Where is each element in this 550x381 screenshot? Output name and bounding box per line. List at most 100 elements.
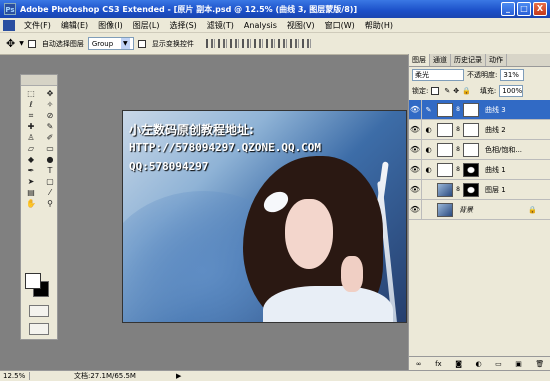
clone-stamp-icon[interactable]: ♙ bbox=[22, 133, 40, 143]
blend-mode-dropdown[interactable]: 柔光 bbox=[412, 69, 464, 81]
new-group-icon[interactable]: ▭ bbox=[495, 360, 502, 368]
link-layers-icon[interactable]: ∞ bbox=[416, 360, 422, 368]
menu-filter[interactable]: 滤镜(T) bbox=[202, 18, 239, 33]
menu-select[interactable]: 选择(S) bbox=[164, 18, 201, 33]
dodge-tool-icon[interactable]: ● bbox=[41, 155, 59, 165]
eye-icon[interactable]: 👁 bbox=[409, 179, 422, 200]
document-canvas[interactable]: 小左数码原创教程地址: HTTP://578094297.QZONE.QQ.CO… bbox=[122, 110, 407, 323]
distribute-middle-icon[interactable] bbox=[289, 39, 299, 48]
brush-icon: ✎ bbox=[425, 105, 432, 114]
layer-row[interactable]: 👁 ◐ 8 色相/饱和... bbox=[409, 139, 550, 160]
layer-row[interactable]: 👁 ◐ 8 曲线 2 bbox=[409, 119, 550, 140]
tab-layers[interactable]: 图层 bbox=[409, 54, 430, 66]
trash-icon[interactable]: 🗑 bbox=[535, 360, 544, 368]
align-left-icon[interactable] bbox=[241, 39, 251, 48]
layer-row[interactable]: 👁 背景 🔒 bbox=[409, 199, 550, 220]
zoom-tool-icon[interactable]: ⚲ bbox=[41, 199, 59, 209]
auto-select-checkbox[interactable] bbox=[27, 39, 36, 48]
tab-channels[interactable]: 通道 bbox=[430, 54, 451, 66]
tool-preset-chevron-icon[interactable]: ▼ bbox=[19, 40, 24, 47]
layer-thumbnail bbox=[437, 182, 453, 197]
history-brush-icon[interactable]: ✐ bbox=[41, 133, 59, 143]
canvas-text-line3: QQ:578094297 bbox=[129, 160, 209, 173]
notes-tool-icon[interactable]: ▤ bbox=[22, 188, 40, 198]
hand-tool-icon[interactable]: ✋ bbox=[22, 199, 40, 209]
window-title: Adobe Photoshop CS3 Extended - [原片 副本.ps… bbox=[20, 4, 358, 14]
canvas-text-line2: HTTP://578094297.QZONE.QQ.COM bbox=[129, 141, 322, 154]
layer-row[interactable]: 👁 8 图层 1 bbox=[409, 179, 550, 200]
crop-tool-icon[interactable]: ⌗ bbox=[22, 111, 40, 121]
eye-icon[interactable]: 👁 bbox=[409, 159, 422, 180]
tab-history[interactable]: 历史记录 bbox=[451, 54, 486, 66]
mask-thumbnail bbox=[463, 122, 479, 137]
screen-mode-button[interactable] bbox=[29, 323, 49, 335]
layer-row[interactable]: 👁 ◐ 8 曲线 1 bbox=[409, 159, 550, 180]
align-top-icon[interactable] bbox=[205, 39, 215, 48]
minimize-button[interactable]: _ bbox=[501, 2, 515, 16]
menu-layer[interactable]: 图层(L) bbox=[128, 18, 165, 33]
lasso-tool-icon[interactable]: ℓ bbox=[22, 100, 40, 110]
shape-tool-icon[interactable]: ▢ bbox=[41, 177, 59, 187]
eye-icon[interactable]: 👁 bbox=[409, 119, 422, 140]
foreground-color-swatch[interactable] bbox=[25, 273, 41, 289]
eye-icon[interactable]: 👁 bbox=[409, 199, 422, 220]
maximize-button[interactable]: □ bbox=[517, 2, 531, 16]
move-tool-icon[interactable]: ✥ bbox=[6, 37, 15, 50]
new-adjustment-icon[interactable]: ◐ bbox=[476, 360, 482, 368]
move-tool-icon[interactable]: ✥ bbox=[41, 89, 59, 99]
lock-all-icon[interactable]: 🔒 bbox=[462, 87, 471, 95]
menu-help[interactable]: 帮助(H) bbox=[360, 18, 398, 33]
menu-view[interactable]: 视图(V) bbox=[282, 18, 320, 33]
status-arrow-icon[interactable]: ▶ bbox=[176, 372, 181, 380]
menu-analysis[interactable]: Analysis bbox=[239, 18, 282, 33]
quick-mask-button[interactable] bbox=[29, 305, 49, 317]
marquee-tool-icon[interactable]: ⬚ bbox=[22, 89, 40, 99]
close-button[interactable]: X bbox=[533, 2, 547, 16]
type-tool-icon[interactable]: T bbox=[41, 166, 59, 176]
new-layer-icon[interactable]: ▣ bbox=[515, 360, 522, 368]
tab-actions[interactable]: 动作 bbox=[486, 54, 507, 66]
opacity-input[interactable]: 31% bbox=[500, 69, 525, 81]
slice-tool-icon[interactable]: ⊘ bbox=[41, 111, 59, 121]
align-center-icon[interactable] bbox=[253, 39, 263, 48]
pen-tool-icon[interactable]: ✒ bbox=[22, 166, 40, 176]
lock-transparent-checkbox[interactable] bbox=[431, 87, 440, 95]
canvas-text-line1: 小左数码原创教程地址: bbox=[129, 123, 254, 137]
toolbox-header[interactable] bbox=[21, 75, 57, 86]
eyedropper-tool-icon[interactable]: ⁄ bbox=[41, 188, 59, 198]
healing-brush-icon[interactable]: ✚ bbox=[22, 122, 40, 132]
lock-pixels-icon[interactable]: ✎ bbox=[444, 87, 450, 95]
brush-tool-icon[interactable]: ✎ bbox=[41, 122, 59, 132]
title-bar: Ps Adobe Photoshop CS3 Extended - [原片 副本… bbox=[0, 0, 550, 18]
menu-edit[interactable]: 编辑(E) bbox=[56, 18, 93, 33]
eye-icon[interactable]: 👁 bbox=[409, 139, 422, 160]
align-bottom-icon[interactable] bbox=[229, 39, 239, 48]
blur-tool-icon[interactable]: ◆ bbox=[22, 155, 40, 165]
gradient-tool-icon[interactable]: ▭ bbox=[41, 144, 59, 154]
zoom-level[interactable]: 12.5% bbox=[0, 372, 30, 380]
path-select-icon[interactable]: ➤ bbox=[22, 177, 40, 187]
menu-image[interactable]: 图像(I) bbox=[93, 18, 128, 33]
menu-file[interactable]: 文件(F) bbox=[19, 18, 56, 33]
magic-wand-tool-icon[interactable]: ✧ bbox=[41, 100, 59, 110]
show-transform-checkbox[interactable] bbox=[137, 39, 146, 48]
auto-select-dropdown[interactable]: Group ▼ bbox=[87, 37, 134, 50]
distribute-top-icon[interactable] bbox=[277, 39, 287, 48]
align-middle-icon[interactable] bbox=[217, 39, 227, 48]
layer-name: 图层 1 bbox=[485, 185, 506, 194]
mask-thumbnail bbox=[463, 182, 479, 197]
align-right-icon[interactable] bbox=[265, 39, 275, 48]
layer-row[interactable]: 👁 ✎ 8 曲线 3 bbox=[409, 99, 550, 120]
layer-thumbnail bbox=[437, 202, 453, 217]
eye-icon[interactable]: 👁 bbox=[409, 99, 422, 120]
adjustment-icon: ◐ bbox=[425, 125, 432, 134]
menu-window[interactable]: 窗口(W) bbox=[320, 18, 360, 33]
add-mask-icon[interactable]: ◙ bbox=[455, 360, 462, 368]
distribute-bottom-icon[interactable] bbox=[301, 39, 311, 48]
layer-name: 曲线 3 bbox=[485, 105, 506, 114]
app-menu-icon[interactable] bbox=[3, 19, 15, 31]
lock-position-icon[interactable]: ✥ bbox=[453, 87, 459, 95]
fill-input[interactable]: 100% bbox=[499, 85, 524, 97]
layer-style-icon[interactable]: fx bbox=[435, 360, 442, 368]
eraser-tool-icon[interactable]: ▱ bbox=[22, 144, 40, 154]
